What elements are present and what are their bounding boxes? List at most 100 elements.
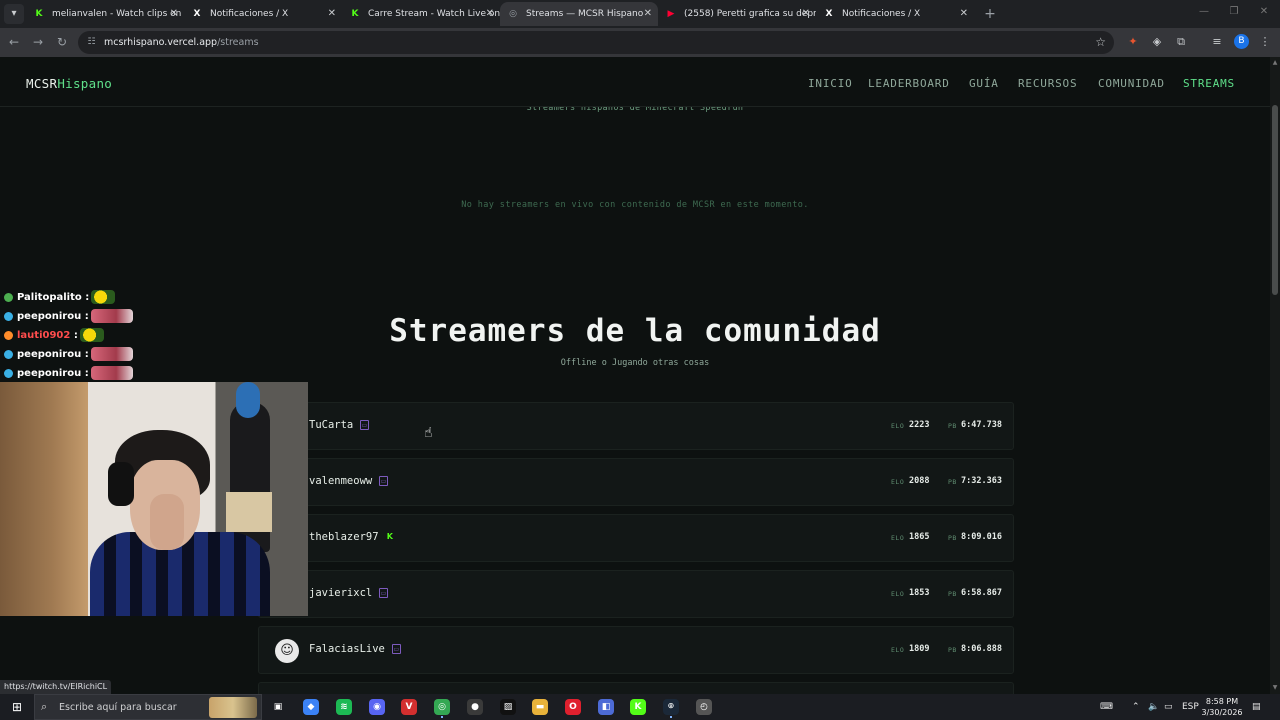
app-launcher-icon[interactable]: ◧ — [598, 699, 614, 715]
elo-value: 2088 — [909, 476, 930, 486]
tab-search-menu-icon[interactable]: ▾ — [4, 4, 24, 24]
network-icon[interactable]: ▭ — [1164, 700, 1173, 714]
streamer-name[interactable]: valenmeoww — [309, 475, 372, 487]
site-info-icon[interactable]: ☷ — [86, 37, 97, 48]
volume-icon[interactable]: 🔈 — [1148, 700, 1159, 714]
pb-value: 6:58.867 — [961, 588, 1002, 598]
clock-app-icon[interactable]: ◴ — [696, 699, 712, 715]
tab-close-icon[interactable]: ✕ — [170, 2, 178, 26]
pb-label: PB — [948, 646, 957, 654]
task-view-icon[interactable]: ▣ — [270, 699, 286, 715]
streamer-avatar: ☺ — [275, 639, 299, 663]
browser-tab[interactable]: ◎ Streams — MCSR Hispano ✕ — [500, 2, 658, 26]
scroll-down-arrow-icon[interactable]: ▼ — [1271, 684, 1279, 692]
webcam-overlay — [0, 382, 308, 616]
chat-message: peeponirou : — [0, 364, 140, 383]
voicemod-icon[interactable]: V — [401, 699, 417, 715]
streamer-row[interactable]: TuCarta ▭ ELO 2223 PB 6:47.738 — [258, 402, 1014, 450]
extensions-puzzle-icon[interactable]: ⧉ — [1174, 35, 1188, 49]
clock-time: 8:58 PM — [1205, 697, 1239, 706]
tab-close-icon[interactable]: ✕ — [644, 2, 652, 26]
elo-value: 1809 — [909, 644, 930, 654]
obs-icon[interactable]: ● — [467, 699, 483, 715]
tray-overflow-icon[interactable]: ⌃ — [1132, 700, 1140, 714]
page-scrollbar[interactable]: ▲ ▼ — [1270, 57, 1280, 694]
forward-icon[interactable]: → — [30, 34, 46, 50]
browser-tab[interactable]: K Carre Stream - Watch Live on Ki ✕ — [342, 2, 501, 26]
site-logo[interactable]: MCSRHispano — [26, 76, 112, 91]
nav-link-leaderboard[interactable]: LEADERBOARD — [868, 77, 950, 90]
profile-avatar[interactable]: B — [1234, 34, 1249, 49]
bookmark-star-icon[interactable]: ☆ — [1095, 35, 1106, 50]
browser-tab[interactable]: X Notificaciones / X ✕ — [816, 2, 974, 26]
media-controls-icon[interactable]: ≡ — [1210, 35, 1224, 49]
streamer-row[interactable]: javierixcl ▭ ELO 1853 PB 6:58.867 — [258, 570, 1014, 618]
browser-tab[interactable]: X Notificaciones / X ✕ — [184, 2, 342, 26]
back-icon[interactable]: ← — [6, 34, 22, 50]
streamer-row[interactable]: ☺ FalaciasLive ▭ ELO 1809 PB 8:06.888 — [258, 626, 1014, 674]
tab-close-icon[interactable]: ✕ — [802, 2, 810, 26]
steam-icon[interactable]: ⌾ — [663, 699, 679, 715]
browser-tab[interactable]: Kmelianvalen - Watch clips on Ki ✕ — [26, 2, 185, 26]
scrollbar-thumb[interactable] — [1272, 105, 1278, 295]
address-url[interactable]: mcsrhispano.vercel.app/streams — [104, 31, 259, 54]
windows-start-icon[interactable]: ⊞ — [10, 700, 24, 714]
tab-close-icon[interactable]: ✕ — [960, 2, 968, 26]
file-explorer-icon[interactable]: ▬ — [532, 699, 548, 715]
elo-label: ELO — [891, 646, 905, 654]
nav-link-streams[interactable]: STREAMS — [1183, 77, 1235, 90]
nav-link-inicio[interactable]: INICIO — [808, 77, 853, 90]
elo-label: ELO — [891, 422, 905, 430]
restore-icon[interactable]: ❐ — [1226, 6, 1242, 17]
twitch-icon[interactable]: ▭ — [379, 588, 388, 598]
extension-shield-icon[interactable]: ◈ — [1150, 35, 1164, 49]
streamer-row-partial[interactable] — [258, 682, 1014, 694]
capcut-icon[interactable]: ▨ — [500, 699, 516, 715]
keyboard-icon[interactable]: ⌨ — [1100, 700, 1113, 714]
new-tab-button[interactable]: + — [982, 4, 998, 24]
streamer-row[interactable]: theblazer97 K ELO 1865 PB 8:09.016 — [258, 514, 1014, 562]
tab-favicon-icon: X — [825, 9, 833, 19]
tab-close-icon[interactable]: ✕ — [486, 2, 494, 26]
tab-title: melianvalen - Watch clips on Ki — [52, 9, 184, 19]
language-indicator[interactable]: ESP — [1182, 700, 1199, 714]
twitch-icon[interactable]: ▭ — [379, 476, 388, 486]
site-header: MCSRHispano INICIO LEADERBOARD GUÍA RECURSO… — [0, 57, 1270, 107]
kick-icon[interactable]: K — [385, 532, 394, 542]
nav-link-comunidad[interactable]: COMUNIDAD — [1098, 77, 1165, 90]
minimize-icon[interactable]: — — [1196, 6, 1212, 17]
reload-icon[interactable]: ↻ — [54, 34, 70, 50]
copilot-icon[interactable]: ◆ — [303, 699, 319, 715]
elo-value: 2223 — [909, 420, 930, 430]
taskbar-search[interactable]: ⌕ Escribe aquí para buscar — [34, 694, 262, 720]
chat-message: peeponirou : — [0, 345, 140, 364]
windows-taskbar: ⊞ ⌕ Escribe aquí para buscar ▣ ◆ ≋ ◉ V ◎ ● ▨ ▬ O ◧… — [0, 694, 1280, 720]
spotify-icon[interactable]: ≋ — [336, 699, 352, 715]
streamer-name[interactable]: TuCarta — [309, 419, 353, 431]
streamer-name[interactable]: theblazer97 — [309, 531, 379, 543]
search-highlight-image — [209, 697, 257, 718]
streamer-name[interactable]: FalaciasLive — [309, 643, 385, 655]
discord-icon[interactable]: ◉ — [369, 699, 385, 715]
system-clock[interactable]: 8:58 PM 3/30/2026 — [1198, 696, 1246, 718]
streamer-name[interactable]: javierixcl — [309, 587, 372, 599]
close-window-icon[interactable]: ✕ — [1256, 6, 1272, 17]
opera-icon[interactable]: O — [565, 699, 581, 715]
notifications-icon[interactable]: ▤ — [1252, 700, 1261, 714]
scroll-up-arrow-icon[interactable]: ▲ — [1271, 59, 1279, 67]
streamer-row[interactable]: valenmeoww ▭ ELO 2088 PB 7:32.363 — [258, 458, 1014, 506]
browser-menu-icon[interactable]: ⋮ — [1258, 35, 1272, 49]
address-bar[interactable]: ☷ mcsrhispano.vercel.app/streams ☆ — [78, 31, 1114, 54]
chrome-icon[interactable]: ◎ — [434, 699, 450, 715]
twitch-icon[interactable]: ▭ — [391, 644, 401, 654]
nav-link-guia[interactable]: GUÍA — [969, 77, 999, 90]
twitch-icon[interactable]: ▭ — [359, 420, 369, 430]
kick-icon[interactable]: K — [630, 699, 646, 715]
extension-fox-icon[interactable]: ✦ — [1126, 35, 1140, 49]
chat-badge-icon — [4, 312, 13, 321]
nav-link-recursos[interactable]: RECURSOS — [1018, 77, 1077, 90]
tab-close-icon[interactable]: ✕ — [328, 2, 336, 26]
browser-tab[interactable]: ▶ (2558) Peretti grafica su depres ✕ — [658, 2, 816, 26]
chat-badge-icon — [4, 331, 13, 340]
pb-value: 8:09.016 — [961, 532, 1002, 542]
